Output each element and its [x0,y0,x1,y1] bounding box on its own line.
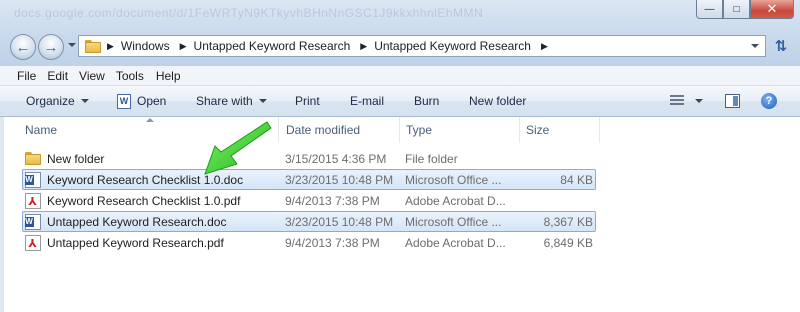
column-name-label: Name [25,123,58,137]
file-date: 3/23/2015 10:48 PM [285,172,394,187]
open-button[interactable]: W Open [117,86,166,116]
column-header-size[interactable]: Size [520,117,600,143]
forward-button[interactable]: → [38,34,64,60]
file-type: Adobe Acrobat D... [405,193,506,208]
command-bar: Organize W Open Share with Print E-mail … [0,86,800,117]
chevron-down-icon [80,99,89,103]
file-name-cell: Untapped Keyword Research.doc [25,212,283,231]
menu-edit[interactable]: Edit [47,69,68,83]
file-row[interactable]: Keyword Research Checklist 1.0.pdf 9/4/2… [22,190,596,211]
window-buttons: — □ ✕ [696,0,794,20]
help-icon[interactable]: ? [761,93,777,109]
window-title-blurred: docs.google.com/document/d/1FeWRTyN9KTky… [14,6,484,20]
word-icon: W [117,93,131,109]
organize-button[interactable]: Organize [26,86,89,116]
breadcrumb-separator-icon[interactable]: ▶ [107,41,114,52]
file-type: Adobe Acrobat D... [405,235,506,250]
column-type-label: Type [406,123,433,137]
word-doc-icon [25,171,41,188]
file-name-cell: Keyword Research Checklist 1.0.pdf [25,191,283,210]
menu-file[interactable]: File [17,69,36,83]
pdf-icon [25,192,41,209]
file-size: 8,367 KB [543,214,593,229]
column-date-label: Date modified [286,123,361,137]
back-button[interactable]: ← [10,34,36,60]
file-date: 9/4/2013 7:38 PM [285,235,380,250]
file-name: Keyword Research Checklist 1.0.pdf [47,193,241,208]
print-button[interactable]: Print [295,86,320,116]
recent-pages-dropdown[interactable] [68,43,76,47]
file-name: Untapped Keyword Research.pdf [47,235,224,250]
menu-tools[interactable]: Tools [116,69,144,83]
burn-label: Burn [414,94,440,108]
sort-ascending-icon [146,118,154,122]
back-arrow-icon: ← [15,38,31,56]
maximize-button[interactable]: □ [723,0,750,19]
file-date: 3/15/2015 4:36 PM [285,151,387,166]
address-bar[interactable]: ▶ Windows ▶ Untapped Keyword Research ▶ … [78,35,766,57]
window-chrome: docs.google.com/document/d/1FeWRTyN9KTky… [0,0,800,66]
folder-icon [85,39,101,53]
navigation-pane-edge [0,117,4,312]
preview-pane-icon[interactable] [725,94,740,108]
file-type: Microsoft Office ... [405,172,502,187]
address-history-dropdown[interactable] [751,44,759,48]
file-row[interactable]: Untapped Keyword Research.pdf 9/4/2013 7… [22,232,596,253]
file-size [521,149,593,168]
new-folder-label: New folder [469,94,527,108]
minimize-button[interactable]: — [696,0,723,19]
menu-view[interactable]: View [79,69,105,83]
breadcrumb-separator-icon[interactable]: ▶ [360,41,367,52]
file-name: New folder [47,151,105,166]
file-icon-slot [25,151,41,167]
file-type: Microsoft Office ... [405,214,502,229]
new-folder-button[interactable]: New folder [469,86,526,116]
file-size: 6,849 KB [543,235,593,250]
forward-arrow-icon: → [43,38,59,56]
menu-bar: File Edit View Tools Help [0,66,800,86]
organize-label: Organize [26,94,75,108]
email-button[interactable]: E-mail [350,86,384,116]
email-label: E-mail [350,94,385,108]
column-header-date[interactable]: Date modified [280,117,400,143]
file-name: Untapped Keyword Research.doc [47,214,227,229]
share-with-label: Share with [196,94,253,108]
breadcrumb-separator-icon[interactable]: ▶ [541,41,548,52]
file-date: 3/23/2015 10:48 PM [285,214,394,229]
open-label: Open [137,94,167,108]
file-row[interactable]: New folder 3/15/2015 4:36 PM File folder [22,148,596,169]
change-view-icon[interactable] [670,95,684,107]
burn-button[interactable]: Burn [414,86,439,116]
chevron-down-icon [258,99,267,103]
menu-help[interactable]: Help [156,69,181,83]
refresh-icon: ⇅ [774,38,788,55]
file-row[interactable]: Untapped Keyword Research.doc 3/23/2015 … [22,211,596,232]
print-label: Print [295,94,320,108]
breadcrumb-windows[interactable]: Windows [121,39,170,53]
breadcrumb-untapped-keyword-research[interactable]: Untapped Keyword Research [194,39,351,53]
file-size: 84 KB [560,172,593,187]
views-dropdown-icon[interactable] [695,99,703,103]
file-row[interactable]: Keyword Research Checklist 1.0.doc 3/23/… [22,169,596,190]
breadcrumb-separator-icon[interactable]: ▶ [180,41,187,52]
refresh-button[interactable]: ⇅ [768,35,794,57]
column-header-row: Name Date modified Type Size [0,117,800,143]
breadcrumb-current-folder[interactable]: Untapped Keyword Research [374,39,531,53]
pdf-icon [25,234,41,251]
share-with-button[interactable]: Share with [196,86,267,116]
column-header-type[interactable]: Type [400,117,520,143]
file-date: 9/4/2013 7:38 PM [285,193,380,208]
file-size [521,191,593,210]
word-doc-icon [25,213,41,230]
annotation-arrow-icon [204,121,272,175]
folder-icon [25,151,41,165]
column-size-label: Size [526,123,550,137]
file-type: File folder [405,151,458,166]
close-button[interactable]: ✕ [750,0,794,19]
file-name-cell: Untapped Keyword Research.pdf [25,233,283,252]
